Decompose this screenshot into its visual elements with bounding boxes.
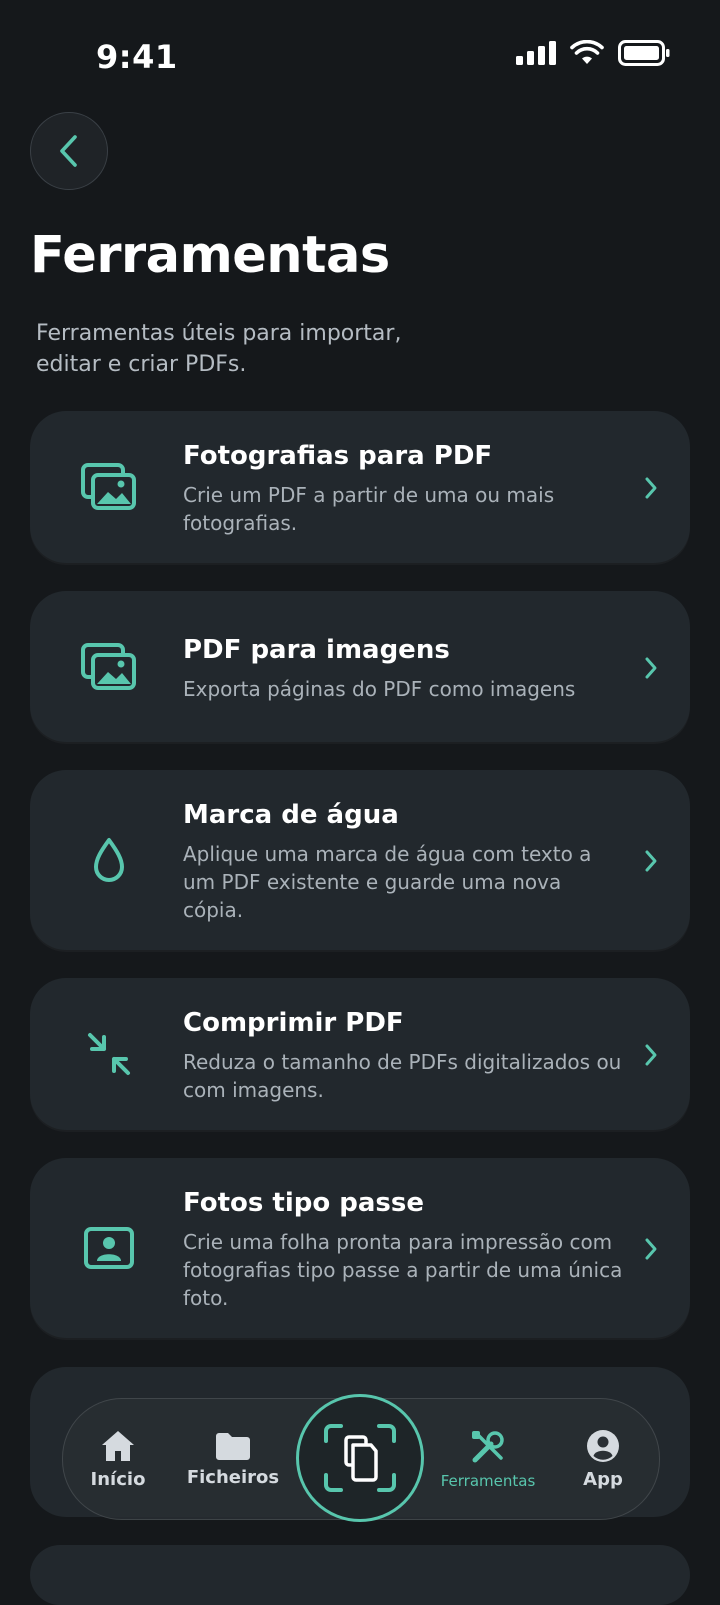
chevron-right-icon bbox=[645, 1044, 657, 1066]
tool-description: Aplique uma marca de água com texto a um… bbox=[183, 842, 592, 922]
chevron-left-icon bbox=[60, 135, 77, 167]
tool-title: Fotografias para PDF bbox=[183, 441, 493, 471]
nav-label: Ficheiros bbox=[186, 1466, 280, 1488]
chevron-right-icon bbox=[645, 477, 657, 499]
tool-description: Crie uma folha pronta para impressão com… bbox=[183, 1230, 623, 1310]
tool-card-passport-photos[interactable]: Fotos tipo passe Crie uma folha pronta p… bbox=[30, 1158, 690, 1338]
tool-title: Fotos tipo passe bbox=[183, 1188, 424, 1218]
folder-icon bbox=[216, 1432, 250, 1460]
chevron-right-icon bbox=[645, 657, 657, 679]
page-subtitle: Ferramentas úteis para importar, editar … bbox=[36, 321, 402, 377]
home-icon bbox=[102, 1430, 134, 1461]
tool-card-watermark[interactable]: Marca de água Aplique uma marca de água … bbox=[30, 770, 690, 950]
compress-icon bbox=[80, 1025, 138, 1083]
nav-label: Ferramentas bbox=[440, 1472, 536, 1490]
tool-card-pdf-to-images[interactable]: PDF para imagens Exporta páginas do PDF … bbox=[30, 591, 690, 742]
page-title: Ferramentas bbox=[30, 226, 390, 285]
wifi-icon bbox=[570, 40, 604, 64]
tool-title: Comprimir PDF bbox=[183, 1008, 404, 1038]
tool-title: Marca de água bbox=[183, 800, 399, 830]
status-time: 9:41 bbox=[96, 38, 178, 76]
water-drop-icon bbox=[80, 831, 138, 889]
status-bar: 9:41 bbox=[0, 0, 720, 110]
tool-description: Exporta páginas do PDF como imagens bbox=[183, 677, 576, 701]
scan-document-button[interactable] bbox=[296, 1394, 424, 1522]
tool-card-photos-to-pdf[interactable]: Fotografias para PDF Crie um PDF a parti… bbox=[30, 411, 690, 563]
chevron-right-icon bbox=[645, 1238, 657, 1260]
battery-icon bbox=[618, 40, 670, 66]
scan-document-icon bbox=[324, 1424, 396, 1492]
back-button[interactable] bbox=[30, 112, 108, 190]
nav-item-ficheiros[interactable]: Ficheiros bbox=[178, 1399, 288, 1519]
nav-item-app[interactable]: App bbox=[548, 1399, 658, 1519]
photos-icon bbox=[80, 458, 138, 516]
nav-item-inicio[interactable]: Início bbox=[63, 1399, 173, 1519]
portrait-icon bbox=[80, 1219, 138, 1277]
account-icon bbox=[587, 1429, 619, 1462]
nav-label: Início bbox=[90, 1468, 146, 1490]
tool-description: Reduza o tamanho de PDFs digitalizados o… bbox=[183, 1050, 622, 1102]
nav-item-ferramentas[interactable]: Ferramentas bbox=[433, 1399, 543, 1519]
nav-label: App bbox=[583, 1468, 623, 1490]
status-icons bbox=[516, 40, 670, 66]
tools-icon bbox=[472, 1431, 504, 1463]
tool-card-compress-pdf[interactable]: Comprimir PDF Reduza o tamanho de PDFs d… bbox=[30, 978, 690, 1130]
images-icon bbox=[80, 638, 138, 696]
cellular-signal-icon bbox=[516, 41, 556, 65]
tool-title: PDF para imagens bbox=[183, 635, 450, 665]
tool-card-partial[interactable] bbox=[30, 1545, 690, 1605]
tool-description: Crie um PDF a partir de uma ou mais foto… bbox=[183, 483, 555, 535]
chevron-right-icon bbox=[645, 850, 657, 872]
